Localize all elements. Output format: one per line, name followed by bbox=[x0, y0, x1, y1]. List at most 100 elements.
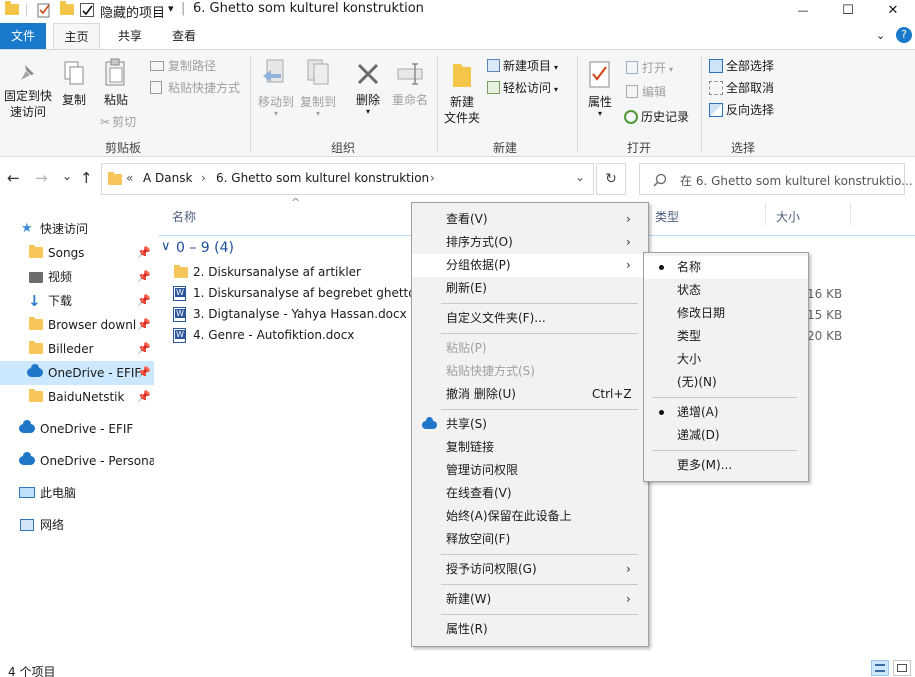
menu-item-copy-link[interactable]: 复制链接 bbox=[412, 436, 648, 459]
nav-onedrive-personal[interactable]: OneDrive - Persona bbox=[0, 449, 154, 473]
group-collapse-chevron-icon[interactable]: ∨ bbox=[161, 239, 171, 254]
select-none-button[interactable]: 全部取消 bbox=[709, 80, 774, 96]
submenu-item-ascending[interactable]: 递增(A) bbox=[644, 401, 808, 424]
hidden-items-checkbox[interactable] bbox=[80, 3, 94, 17]
paste-shortcut-icon bbox=[150, 81, 162, 94]
submenu-item-type[interactable]: 类型 bbox=[644, 325, 808, 348]
select-all-button[interactable]: 全部选择 bbox=[709, 58, 774, 74]
menu-item-group-by[interactable]: 分组依据(P) › bbox=[412, 254, 648, 277]
ribbon-collapse-icon[interactable]: ⌄ bbox=[876, 29, 885, 42]
address-dropdown-icon[interactable]: ⌄ bbox=[575, 170, 585, 184]
menu-item-share[interactable]: 共享(S) bbox=[412, 413, 648, 436]
refresh-button[interactable]: ↻ bbox=[596, 163, 626, 195]
paste-shortcut-button[interactable]: 粘贴快捷方式 bbox=[150, 80, 240, 96]
up-arrow-icon[interactable]: ↑ bbox=[80, 169, 93, 187]
menu-item-properties[interactable]: 属性(R) bbox=[412, 618, 648, 641]
minimize-button[interactable]: — bbox=[780, 0, 826, 20]
properties-quick-icon[interactable] bbox=[36, 2, 52, 18]
submenu-item-none[interactable]: (无)(N) bbox=[644, 371, 808, 394]
hidden-items-label[interactable]: 隐藏的项目 bbox=[100, 2, 165, 21]
column-divider[interactable] bbox=[765, 203, 766, 225]
item-count: 4 个项目 bbox=[8, 665, 56, 677]
menu-item-view[interactable]: 查看(V) › bbox=[412, 208, 648, 231]
menu-item-give-access[interactable]: 授予访问权限(G) › bbox=[412, 558, 648, 581]
history-button[interactable]: 历史记录 bbox=[624, 109, 689, 125]
easy-access-button[interactable]: 轻松访问 ▾ bbox=[487, 80, 558, 98]
nav-item-baidunetstik[interactable]: BaiduNetstik 📌 bbox=[0, 385, 154, 409]
rename-button[interactable]: 重命名 bbox=[388, 60, 432, 108]
open-button[interactable]: 打开 ▾ bbox=[626, 60, 673, 78]
copy-to-button[interactable]: 复制到 ▾ bbox=[298, 58, 338, 118]
menu-item-paste[interactable]: 粘贴(P) bbox=[412, 337, 648, 360]
new-folder-quick-icon[interactable] bbox=[60, 1, 74, 15]
large-icons-view-button[interactable] bbox=[893, 660, 911, 676]
menu-item-manage-access[interactable]: 管理访问权限 bbox=[412, 459, 648, 482]
details-view-button[interactable] bbox=[871, 660, 889, 676]
move-to-button[interactable]: 移动到 ▾ bbox=[256, 58, 296, 118]
menu-item-free-space[interactable]: 释放空间(F) bbox=[412, 528, 648, 551]
file-row[interactable]: 1. Diskursanalyse af begrebet ghetto... bbox=[171, 283, 427, 304]
submenu-item-status[interactable]: 状态 bbox=[644, 279, 808, 302]
breadcrumb-overflow[interactable]: « bbox=[126, 171, 133, 185]
nav-item-videos[interactable]: 视频 📌 bbox=[0, 265, 154, 289]
nav-item-browser-downloads[interactable]: Browser downl 📌 bbox=[0, 313, 154, 337]
copy-path-button[interactable]: 复制路径 bbox=[150, 58, 216, 74]
breadcrumb-current-folder[interactable]: 6. Ghetto som kulturel konstruktion bbox=[216, 171, 429, 185]
back-arrow-icon[interactable]: ← bbox=[7, 169, 20, 187]
tab-file[interactable]: 文件 bbox=[0, 23, 46, 49]
submenu-item-more[interactable]: 更多(M)... bbox=[644, 454, 808, 477]
file-row[interactable]: 4. Genre - Autofiktion.docx bbox=[171, 325, 426, 346]
column-header-size[interactable]: 大小 bbox=[776, 208, 800, 225]
search-box[interactable]: 在 6. Ghetto som kulturel konstruktio... bbox=[639, 163, 913, 195]
nav-network[interactable]: 网络 bbox=[0, 513, 154, 537]
address-bar[interactable]: « A Dansk › 6. Ghetto som kulturel konst… bbox=[101, 163, 594, 195]
column-header-name[interactable]: 名称 bbox=[172, 208, 196, 225]
nav-item-onedrive-efif-pinned[interactable]: OneDrive - EFIF 📌 bbox=[0, 361, 154, 385]
forward-arrow-icon[interactable]: → bbox=[35, 169, 48, 187]
column-divider[interactable] bbox=[850, 203, 851, 225]
menu-item-undo-delete[interactable]: 撤消 删除(U) Ctrl+Z bbox=[412, 383, 648, 406]
submenu-item-size[interactable]: 大小 bbox=[644, 348, 808, 371]
tab-view[interactable]: 查看 bbox=[160, 23, 208, 49]
recent-locations-icon[interactable]: ⌄ bbox=[62, 169, 72, 183]
help-icon[interactable]: ? bbox=[896, 27, 912, 43]
nav-item-songs[interactable]: Songs 📌 bbox=[0, 241, 154, 265]
cut-button[interactable]: ✂ 剪切 bbox=[100, 114, 136, 130]
submenu-item-descending[interactable]: 递减(D) bbox=[644, 424, 808, 447]
file-row[interactable]: 2. Diskursanalyse af artikler bbox=[171, 262, 426, 283]
column-header-type[interactable]: 类型 bbox=[655, 208, 679, 225]
delete-button[interactable]: 删除 ▾ bbox=[352, 60, 384, 116]
submenu-item-name[interactable]: 名称 bbox=[644, 256, 808, 279]
menu-item-refresh[interactable]: 刷新(E) bbox=[412, 277, 648, 300]
new-folder-button[interactable]: 新建 文件夹 bbox=[442, 58, 482, 126]
invert-selection-button[interactable]: 反向选择 bbox=[709, 102, 774, 118]
tab-share[interactable]: 共享 bbox=[106, 23, 154, 49]
maximize-button[interactable]: ☐ bbox=[825, 0, 871, 20]
quick-access-dropdown[interactable]: ▾ bbox=[168, 2, 174, 18]
properties-button[interactable]: 属性 ▾ bbox=[583, 60, 617, 118]
menu-item-paste-shortcut[interactable]: 粘贴快捷方式(S) bbox=[412, 360, 648, 383]
paste-button[interactable]: 粘贴 bbox=[99, 58, 133, 108]
menu-item-view-online[interactable]: 在线查看(V) bbox=[412, 482, 648, 505]
nav-item-downloads[interactable]: ↓ 下载 📌 bbox=[0, 289, 154, 313]
new-item-button[interactable]: 新建项目 ▾ bbox=[487, 58, 558, 76]
menu-item-always-keep[interactable]: 始终(A)保留在此设备上 bbox=[412, 505, 648, 528]
breadcrumb-a-dansk[interactable]: A Dansk bbox=[143, 171, 192, 185]
close-button[interactable]: ✕ bbox=[870, 0, 915, 20]
nav-onedrive-efif[interactable]: OneDrive - EFIF bbox=[0, 417, 154, 441]
nav-this-pc[interactable]: 此电脑 bbox=[0, 481, 154, 505]
pin-to-quick-access-button[interactable]: 固定到快 速访问 bbox=[2, 62, 54, 120]
edit-button[interactable]: 编辑 bbox=[626, 84, 666, 100]
menu-item-new[interactable]: 新建(W) › bbox=[412, 588, 648, 611]
easy-access-label: 轻松访问 bbox=[503, 81, 552, 95]
file-row[interactable]: 3. Digtanalyse - Yahya Hassan.docx bbox=[171, 304, 426, 325]
copy-button[interactable]: 复制 bbox=[58, 60, 90, 108]
breadcrumb-separator[interactable]: › bbox=[430, 171, 435, 185]
menu-item-customize-folder[interactable]: 自定义文件夹(F)... bbox=[412, 307, 648, 330]
nav-item-billeder[interactable]: Billeder 📌 bbox=[0, 337, 154, 361]
nav-quick-access[interactable]: ★ 快速访问 bbox=[0, 217, 154, 241]
breadcrumb-separator[interactable]: › bbox=[201, 171, 206, 185]
menu-item-sort-by[interactable]: 排序方式(O) › bbox=[412, 231, 648, 254]
submenu-item-date-modified[interactable]: 修改日期 bbox=[644, 302, 808, 325]
tab-home[interactable]: 主页 bbox=[53, 23, 100, 50]
